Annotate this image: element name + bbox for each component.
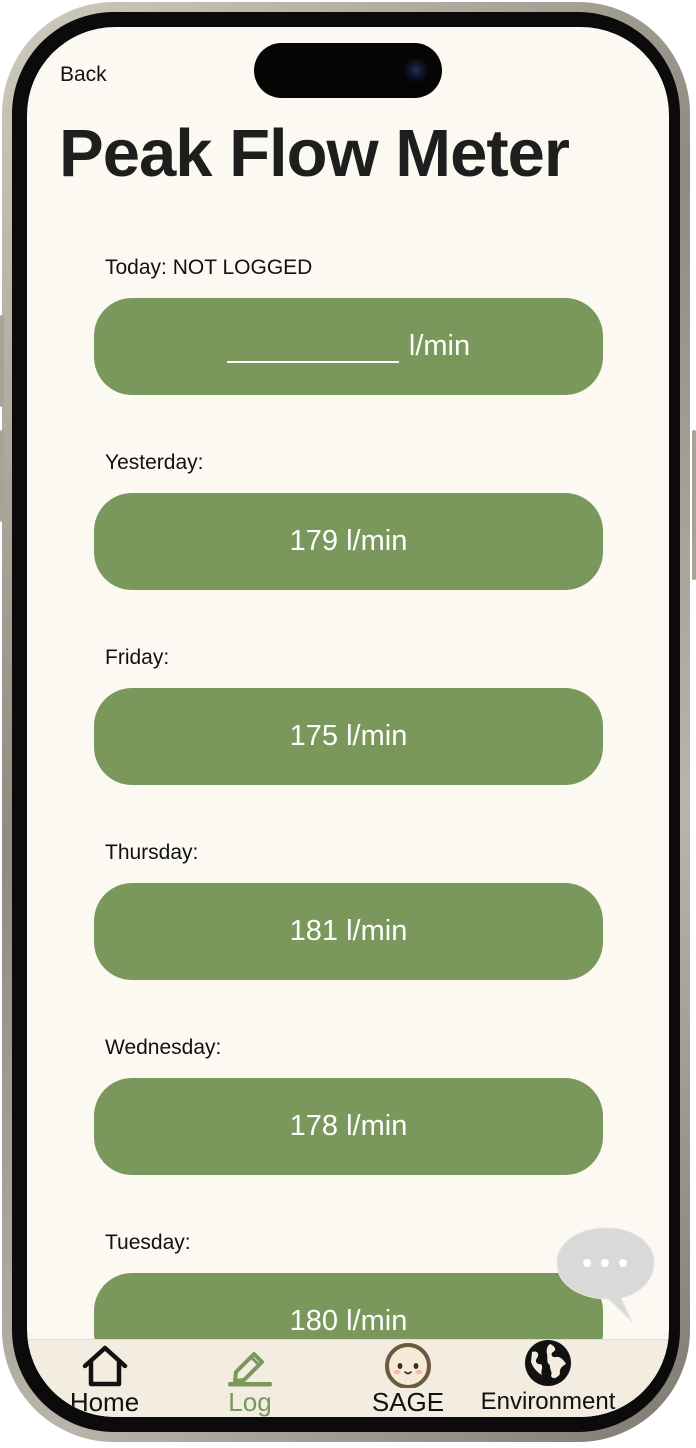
chat-bubble-icon bbox=[556, 1227, 655, 1323]
tab-sage-label: SAGE bbox=[371, 1387, 445, 1417]
log-label: Friday: bbox=[105, 646, 170, 669]
log-label: Thursday: bbox=[105, 841, 199, 864]
bottom-tab-bar: Home Log SAGE Environment bbox=[27, 1339, 669, 1417]
front-camera-icon bbox=[404, 58, 428, 82]
globe-icon bbox=[522, 1340, 574, 1388]
tab-home[interactable]: Home bbox=[57, 1340, 152, 1417]
app-screen: Today: NOT LOGGED l/min Yesterday: 179 l… bbox=[27, 27, 669, 1417]
tab-environment[interactable]: Environment bbox=[473, 1340, 623, 1417]
log-entry-pill[interactable]: 178 l/min bbox=[94, 1078, 603, 1175]
home-icon bbox=[81, 1340, 129, 1388]
today-unit-label: l/min bbox=[408, 330, 471, 362]
page-title: Peak Flow Meter bbox=[59, 116, 570, 191]
volume-button bbox=[0, 430, 4, 522]
sage-face-icon bbox=[384, 1340, 432, 1388]
log-label: Wednesday: bbox=[105, 1036, 222, 1059]
power-button bbox=[692, 430, 696, 580]
log-entry-pill[interactable]: 180 l/min bbox=[94, 1273, 603, 1339]
tab-environment-label: Environment bbox=[480, 1388, 616, 1415]
log-label: Tuesday: bbox=[105, 1231, 191, 1254]
log-entry-pill[interactable]: 181 l/min bbox=[94, 883, 603, 980]
log-label: Yesterday: bbox=[105, 451, 204, 474]
today-entry-pill[interactable]: l/min bbox=[94, 298, 603, 395]
log-label-today: Today: NOT LOGGED bbox=[105, 256, 313, 279]
log-entry-pill[interactable]: 179 l/min bbox=[94, 493, 603, 590]
tab-sage[interactable]: SAGE bbox=[363, 1340, 453, 1417]
tab-log-label: Log bbox=[228, 1387, 272, 1417]
chat-bubble-button[interactable] bbox=[555, 1224, 657, 1326]
volume-button bbox=[0, 315, 4, 407]
pencil-icon bbox=[224, 1340, 276, 1388]
log-entry-pill[interactable]: 175 l/min bbox=[94, 688, 603, 785]
back-button[interactable]: Back bbox=[60, 63, 107, 87]
log-list[interactable]: Today: NOT LOGGED l/min Yesterday: 179 l… bbox=[27, 27, 669, 1339]
tab-home-label: Home bbox=[69, 1387, 140, 1417]
phone-device: Today: NOT LOGGED l/min Yesterday: 179 l… bbox=[0, 0, 696, 1448]
dynamic-island bbox=[254, 43, 442, 98]
today-value-input[interactable] bbox=[226, 331, 399, 363]
tab-log[interactable]: Log bbox=[210, 1340, 290, 1417]
